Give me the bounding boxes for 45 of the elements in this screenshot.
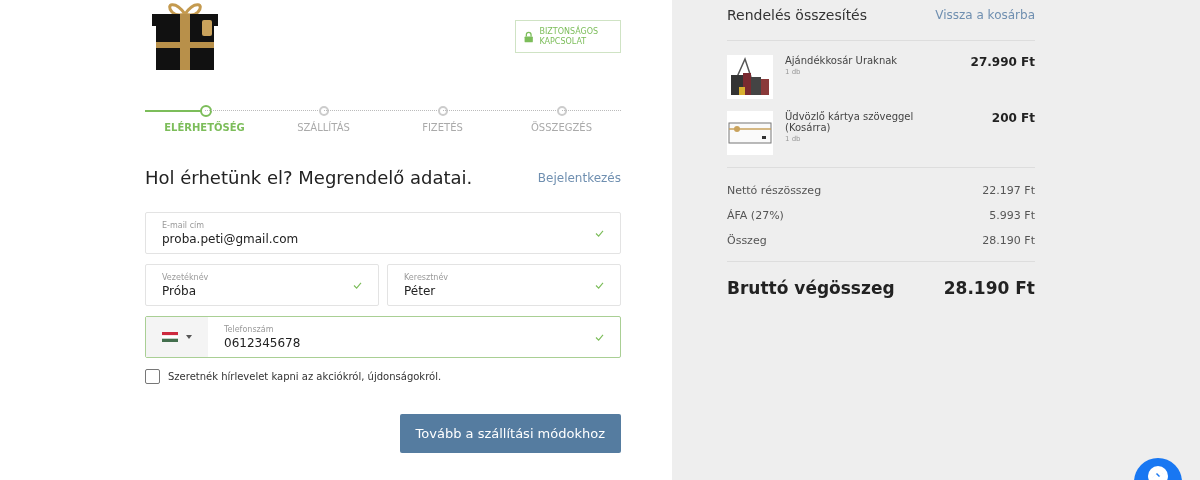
country-select[interactable] (146, 317, 208, 357)
item-name: Üdvözlő kártya szöveggel (Kosárra) (785, 111, 915, 133)
summary-value: 28.190 Ft (982, 234, 1035, 247)
caret-icon (186, 335, 192, 339)
step-label[interactable]: ELÉRHETŐSÉG (164, 122, 245, 133)
secure-connection-badge: BIZTONSÁGOS KAPCSOLAT (515, 20, 621, 54)
field-label: E-mail cím (162, 220, 206, 230)
gift-logo (150, 0, 220, 72)
form-heading: Hol érhetünk el? Megrendelő adatai. (145, 167, 473, 188)
chat-icon (1148, 466, 1168, 480)
checkmark-icon (595, 229, 604, 237)
checkmark-icon (595, 333, 604, 341)
back-to-cart-link[interactable]: Vissza a kosárba (935, 8, 1035, 22)
input-field[interactable]: Keresztnév Péter (387, 264, 621, 306)
field-label: Telefonszám (224, 324, 275, 334)
field-label: Keresztnév (404, 272, 450, 282)
summary-value: 5.993 Ft (989, 209, 1035, 222)
newsletter-checkbox[interactable] (145, 369, 160, 384)
checkmark-icon (353, 281, 362, 289)
checkmark-icon (595, 281, 604, 289)
continue-button[interactable]: Tovább a szállítási módokhoz (399, 414, 621, 453)
summary-value: 22.197 Ft (982, 184, 1035, 197)
step-label[interactable]: ÖSSZEGZÉS (531, 122, 592, 133)
flag-icon (162, 332, 178, 342)
summary-label: Nettó részösszeg (727, 184, 822, 197)
field-value: proba.peti@gmail.com (162, 231, 300, 246)
item-price: 27.990 Ft (970, 55, 1035, 69)
total-label: Bruttó végösszeg (727, 278, 895, 298)
step-label[interactable]: SZÁLLÍTÁS (297, 122, 350, 133)
field-label: Vezetéknév (162, 272, 210, 282)
login-link[interactable]: Bejelentkezés (537, 170, 621, 185)
field-value: 0612345678 (224, 335, 302, 350)
summary-label: ÁFA (27%) (727, 209, 784, 222)
item-price: 200 Ft (991, 111, 1035, 125)
field-value: Próba (162, 283, 197, 298)
item-name: Ajándékkosár Uraknak (785, 55, 899, 66)
summary-label: Összeg (727, 234, 767, 247)
input-field[interactable]: E-mail cím proba.peti@gmail.com (145, 212, 621, 254)
input-field[interactable]: Vezetéknév Próba (145, 264, 379, 306)
summary-title: Rendelés összesítés (727, 7, 868, 23)
input-field[interactable]: Telefonszám 0612345678 (145, 316, 621, 358)
total-value: 28.190 Ft (943, 278, 1035, 298)
newsletter-label: Szeretnék hírlevelet kapni az akciókról, újdonságokról. (168, 371, 442, 382)
field-value: Péter (404, 283, 437, 298)
step-label[interactable]: FIZETÉS (422, 122, 463, 133)
